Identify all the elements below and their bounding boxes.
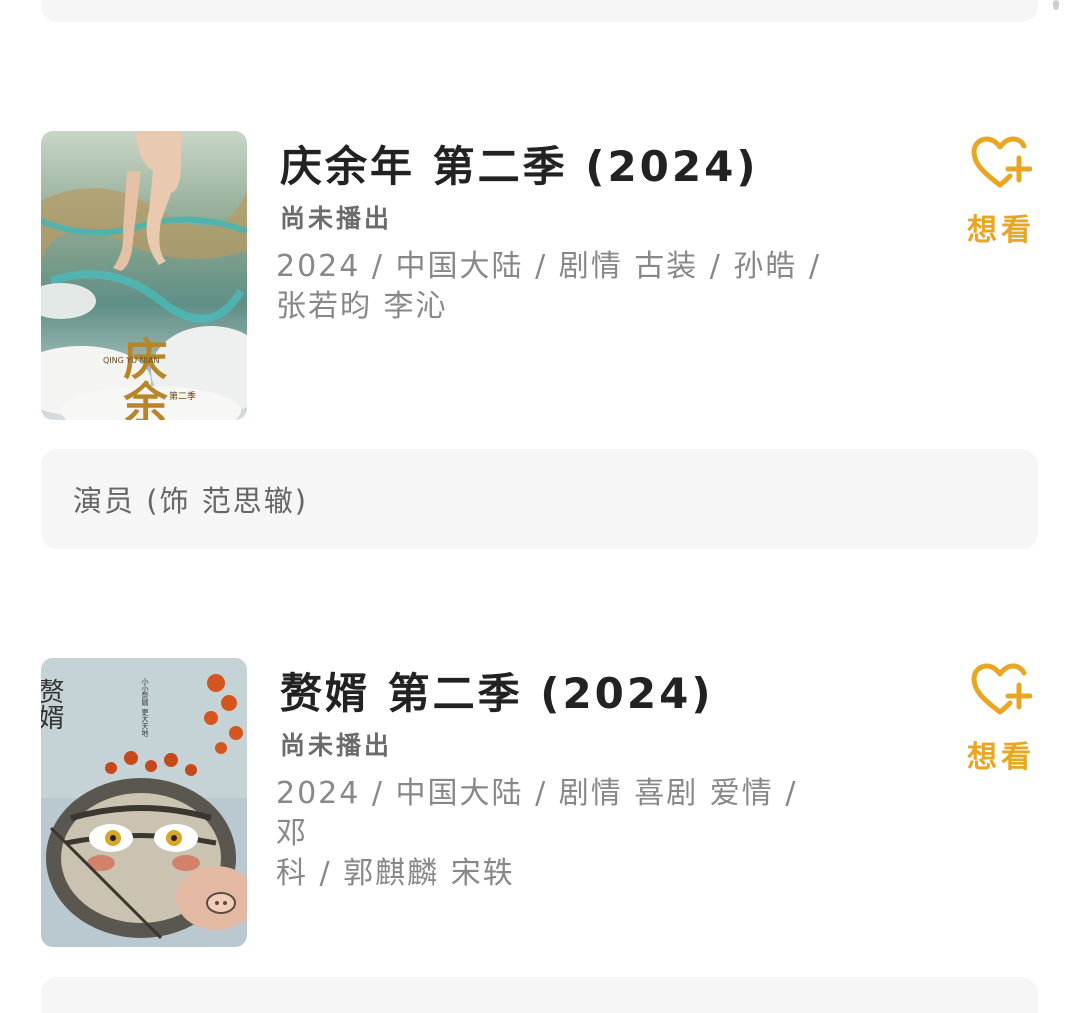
want-to-watch-button[interactable]: 想看	[966, 135, 1036, 249]
air-status: 尚未播出	[280, 731, 393, 760]
list-item[interactable]: 庆余年 QING YU NIAN 第二季 庆余年 第二季 (2024) 尚未播出…	[0, 131, 1079, 421]
meta-line: 科 / 郭麒麟 宋轶	[276, 856, 515, 891]
meta-line: 2024 / 中国大陆 / 剧情 喜剧 爱情 / 邓	[276, 776, 798, 851]
poster-vertical-title: 赘婿	[41, 678, 64, 730]
list-item[interactable]: 赘婿 小小赘婿 更大天地 赘婿 第二季 (2024) 尚未播出 2024 / 中…	[0, 658, 1079, 948]
role-note	[41, 977, 1038, 1013]
want-label: 想看	[967, 213, 1035, 248]
watchlist-page: 庆余年 QING YU NIAN 第二季 庆余年 第二季 (2024) 尚未播出…	[0, 0, 1079, 1013]
show-title[interactable]: 赘婿 第二季 (2024)	[280, 660, 714, 721]
poster-tagline: 小小赘婿 更大天地	[141, 677, 149, 736]
scroll-indicator[interactable]	[1053, 0, 1059, 10]
heart-plus-icon	[971, 136, 1032, 188]
previous-role-note	[41, 0, 1038, 22]
want-label: 想看	[967, 740, 1035, 775]
poster-vertical-title: 庆余年	[116, 336, 169, 420]
air-status: 尚未播出	[280, 204, 393, 233]
poster-image[interactable]: 赘婿 小小赘婿 更大天地	[41, 658, 247, 947]
heart-plus-icon	[971, 663, 1032, 715]
show-meta: 2024 / 中国大陆 / 剧情 古装 / 孙皓 / 张若昀 李沁	[276, 247, 836, 327]
role-note-text: 演员 (饰 范思辙)	[73, 484, 309, 518]
poster-image[interactable]: 庆余年 QING YU NIAN 第二季	[41, 131, 247, 420]
role-note: 演员 (饰 范思辙)	[41, 449, 1038, 549]
show-meta: 2024 / 中国大陆 / 剧情 喜剧 爱情 / 邓 科 / 郭麒麟 宋轶	[276, 774, 836, 894]
want-to-watch-button[interactable]: 想看	[966, 662, 1036, 776]
poster-season-tag: 第二季	[169, 390, 196, 402]
meta-line: 2024 / 中国大陆 / 剧情 古装 / 孙皓 /	[276, 249, 822, 284]
show-title[interactable]: 庆余年 第二季 (2024)	[280, 133, 759, 194]
poster-pinyin: QING YU NIAN	[103, 356, 159, 365]
meta-line: 张若昀 李沁	[276, 289, 448, 324]
